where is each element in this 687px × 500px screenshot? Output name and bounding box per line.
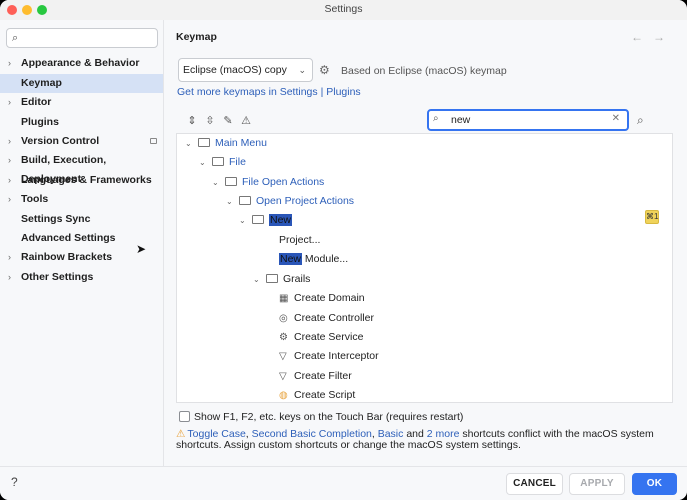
sidebar-item-keymap[interactable]: Keymap xyxy=(0,74,163,93)
tree-node-create-script[interactable]: ◍ Create Script xyxy=(279,386,355,402)
folder-icon xyxy=(212,157,224,166)
tree-toolbar: ⇕ ⇳ ✎ ⚠ xyxy=(183,114,255,127)
chevron-down-icon: ⌄ xyxy=(239,216,246,225)
tree-node-new[interactable]: ⌄ New xyxy=(239,211,293,230)
script-icon: ◍ xyxy=(279,390,288,401)
sidebar-item-plugins[interactable]: Plugins xyxy=(0,113,163,132)
folder-icon xyxy=(266,274,278,283)
search-icon: ⌕ xyxy=(12,32,19,44)
search-value: new xyxy=(451,114,471,126)
tree-node-create-service[interactable]: ⚙ Create Service xyxy=(279,328,363,347)
keymap-panel: Keymap ←→ Eclipse (macOS) copy ⌄ ⚙ Based… xyxy=(165,20,687,466)
chevron-right-icon: › xyxy=(8,97,11,107)
folder-icon xyxy=(225,177,237,186)
dialog-footer: ? CANCEL APPLY OK xyxy=(0,466,687,500)
settings-window: Settings ⌕ › Appearance & Behavior Keymap… xyxy=(0,0,687,500)
chevron-down-icon: ⌄ xyxy=(226,197,233,206)
chevron-right-icon: › xyxy=(8,272,11,282)
service-icon: ⚙ xyxy=(279,332,288,343)
folder-icon xyxy=(252,215,264,224)
page-title: Keymap xyxy=(176,31,217,43)
funnel-icon: ▽ xyxy=(279,371,287,382)
folder-icon xyxy=(239,196,251,205)
tree-node-project[interactable]: Project... xyxy=(279,231,320,250)
sidebar-item-build-execution-deployment[interactable]: › Build, Execution, Deployment xyxy=(0,151,163,185)
tree-node-main-menu[interactable]: ⌄ Main Menu xyxy=(185,134,267,153)
ok-button[interactable]: OK xyxy=(632,473,677,495)
sidebar-item-editor[interactable]: › Editor xyxy=(0,93,163,112)
shortcut-badge: ⌘1 xyxy=(645,210,659,224)
more-keymaps-links: Get more keymaps in Settings | Plugins xyxy=(177,86,361,98)
link-separator: | xyxy=(320,86,324,98)
warning-filter-icon[interactable]: ⚠ xyxy=(237,114,255,127)
chevron-right-icon: › xyxy=(8,58,11,68)
sidebar-item-languages-frameworks[interactable]: › Languages & Frameworks xyxy=(0,171,163,190)
chevron-right-icon: › xyxy=(8,252,11,262)
sidebar-item-settings-sync[interactable]: Settings Sync xyxy=(0,210,163,229)
chevron-right-icon: › xyxy=(8,155,11,165)
touchbar-checkbox[interactable] xyxy=(179,411,190,422)
chevron-down-icon: ⌄ xyxy=(253,275,260,284)
tree-node-open-project-actions[interactable]: ⌄ Open Project Actions xyxy=(226,192,354,211)
back-arrow-icon[interactable]: ← xyxy=(631,30,653,44)
search-highlight: New xyxy=(269,214,293,226)
controller-icon: ◎ xyxy=(279,313,288,324)
sidebar-item-other-settings[interactable]: › Other Settings xyxy=(0,268,163,287)
touchbar-option[interactable]: Show F1, F2, etc. keys on the Touch Bar … xyxy=(179,411,463,423)
tree-node-new-module[interactable]: New Module... xyxy=(279,250,348,269)
more-keymaps-link[interactable]: Get more keymaps in Settings xyxy=(177,86,318,98)
mouse-pointer-icon: ➤ xyxy=(136,242,147,256)
actions-tree: ⌄ Main Menu ⌄ File ⌄ File Open Actions ⌄ Ope… xyxy=(176,133,673,403)
search-highlight: New xyxy=(279,253,303,265)
based-on-label: Based on Eclipse (macOS) keymap xyxy=(341,65,507,77)
zoom-window-button[interactable] xyxy=(37,5,47,15)
title-bar: Settings xyxy=(0,0,687,20)
gear-icon[interactable]: ⚙ xyxy=(319,63,333,77)
expand-all-icon[interactable]: ⇕ xyxy=(183,114,201,127)
chevron-down-icon: ⌄ xyxy=(185,139,192,148)
find-by-shortcut-icon[interactable]: ⌕ xyxy=(637,113,644,128)
keymap-search-input[interactable]: ⌕ new ✕ xyxy=(427,109,629,131)
edit-icon[interactable]: ✎ xyxy=(219,114,237,127)
close-window-button[interactable] xyxy=(7,5,17,15)
chevron-right-icon: › xyxy=(8,194,11,204)
search-icon: ⌕ xyxy=(433,113,439,124)
tree-node-create-interceptor[interactable]: ▽ Create Interceptor xyxy=(279,347,379,366)
funnel-icon: ▽ xyxy=(279,351,287,362)
sidebar-item-version-control[interactable]: › Version Control xyxy=(0,132,163,151)
chevron-down-icon: ⌄ xyxy=(212,178,219,187)
window-title: Settings xyxy=(324,3,363,15)
table-icon: ▦ xyxy=(279,293,289,304)
plugins-link[interactable]: Plugins xyxy=(326,86,360,98)
chevron-down-icon: ⌄ xyxy=(298,65,306,75)
sidebar-item-appearance-behavior[interactable]: › Appearance & Behavior xyxy=(0,54,163,73)
chevron-right-icon: › xyxy=(8,136,11,146)
tree-node-create-controller[interactable]: ◎ Create Controller xyxy=(279,309,374,328)
chevron-right-icon: › xyxy=(8,175,11,185)
sidebar-item-tools[interactable]: › Tools xyxy=(0,190,163,209)
forward-arrow-icon[interactable]: → xyxy=(653,30,675,44)
help-icon[interactable]: ? xyxy=(11,475,18,489)
chevron-down-icon: ⌄ xyxy=(199,158,206,167)
collapse-all-icon[interactable]: ⇳ xyxy=(201,114,219,127)
project-level-icon xyxy=(150,138,157,144)
tree-node-grails[interactable]: ⌄ Grails xyxy=(253,270,310,289)
folder-icon xyxy=(198,138,210,147)
clear-icon[interactable]: ✕ xyxy=(612,113,620,124)
keymap-select[interactable]: Eclipse (macOS) copy ⌄ xyxy=(178,58,313,82)
tree-node-create-filter[interactable]: ▽ Create Filter xyxy=(279,367,352,386)
minimize-window-button[interactable] xyxy=(22,5,32,15)
cancel-button[interactable]: CANCEL xyxy=(506,473,563,495)
nav-arrows: ←→ xyxy=(631,30,675,44)
sidebar-search-input[interactable]: ⌕ xyxy=(6,28,158,48)
tree-node-create-domain[interactable]: ▦ Create Domain xyxy=(279,289,365,308)
shortcut-conflict-warning: ⚠ Toggle Case, Second Basic Completion, B… xyxy=(176,428,654,451)
tree-node-file-open-actions[interactable]: ⌄ File Open Actions xyxy=(212,173,324,192)
tree-node-file[interactable]: ⌄ File xyxy=(199,153,246,172)
apply-button[interactable]: APPLY xyxy=(569,473,625,495)
